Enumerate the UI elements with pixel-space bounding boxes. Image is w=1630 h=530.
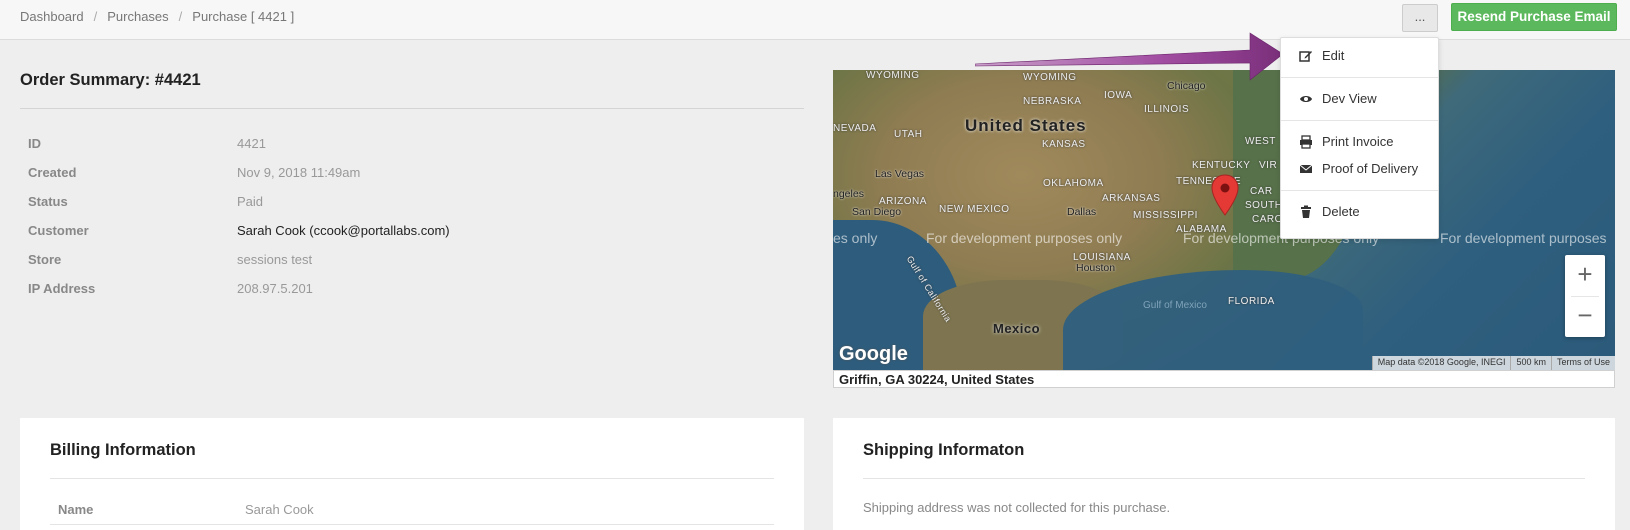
map-region-label: SOUTH <box>1245 200 1283 211</box>
google-logo[interactable]: Google <box>839 343 908 366</box>
map-region-label: WEST <box>1245 136 1276 147</box>
detail-value: 208.97.5.201 <box>237 281 313 296</box>
map-country-label-mexico: Mexico <box>993 321 1041 336</box>
map-region-label: NEVADA <box>833 123 877 134</box>
breadcrumb: Dashboard / Purchases / Purchase [ 4421 … <box>20 9 294 24</box>
map-region-label: UTAH <box>894 129 923 140</box>
map-terms-link[interactable]: Terms of Use <box>1550 356 1615 370</box>
billing-title: Billing Information <box>50 441 196 459</box>
map-country-label: United States <box>965 116 1087 135</box>
map-city-label: Houston <box>1076 262 1116 274</box>
breadcrumb-separator: / <box>93 9 98 24</box>
shipping-note: Shipping address was not collected for t… <box>863 500 1171 515</box>
map-region-label: ARKANSAS <box>1102 193 1161 204</box>
annotation-arrow <box>975 32 1284 81</box>
map-region-label: FLORIDA <box>1228 296 1275 307</box>
map-pin-icon[interactable] <box>1210 174 1240 216</box>
map-region-label: NEBRASKA <box>1023 96 1082 107</box>
map-scale: 500 km <box>1510 356 1551 370</box>
envelope-icon <box>1299 164 1313 173</box>
location-map[interactable]: WYOMING WYOMING NEBRASKA IOWA ILLINOIS N… <box>833 70 1615 370</box>
detail-value: 4421 <box>237 136 266 151</box>
printer-icon <box>1300 134 1312 149</box>
resend-purchase-email-button[interactable]: Resend Purchase Email <box>1451 3 1617 31</box>
breadcrumb-current: Purchase [ 4421 ] <box>192 9 295 24</box>
map-city-label: Dallas <box>1067 206 1097 218</box>
map-region-label: KANSAS <box>1042 139 1086 150</box>
map-city-label: San Diego <box>852 206 902 218</box>
menu-item-edit[interactable]: Edit <box>1299 48 1344 63</box>
actions-dropdown-menu: Edit Dev View Print Invoice Proof of Del… <box>1280 37 1439 239</box>
map-region-label: VIR <box>1259 160 1278 171</box>
zoom-control: + − <box>1565 255 1605 337</box>
billing-card: Billing Information Name Sarah Cook <box>20 418 804 530</box>
map-region-label: MISSISSIPPI <box>1133 210 1198 221</box>
menu-item-print-invoice[interactable]: Print Invoice <box>1299 134 1394 149</box>
billing-label: Name <box>58 502 94 517</box>
map-data-credit[interactable]: Map data ©2018 Google, INEGI <box>1371 356 1511 370</box>
more-actions-button[interactable]: ... <box>1402 4 1438 32</box>
menu-item-label: Edit <box>1322 48 1345 63</box>
divider <box>1281 120 1438 121</box>
breadcrumb-purchases[interactable]: Purchases <box>107 9 168 24</box>
divider <box>50 478 774 479</box>
detail-label: ID <box>28 136 41 151</box>
menu-item-delete[interactable]: Delete <box>1299 204 1360 219</box>
detail-value: sessions test <box>237 252 313 267</box>
menu-item-label: Delete <box>1322 204 1360 219</box>
menu-item-label: Print Invoice <box>1322 134 1394 149</box>
map-city-label: Las Vegas <box>875 168 925 180</box>
top-bar: Dashboard / Purchases / Purchase [ 4421 … <box>0 0 1630 40</box>
zoom-out-button[interactable]: − <box>1565 296 1605 337</box>
zoom-in-button[interactable]: + <box>1565 255 1605 296</box>
breadcrumb-dashboard[interactable]: Dashboard <box>20 9 84 24</box>
map-watermark: es only <box>833 230 878 246</box>
billing-value: Sarah Cook <box>245 502 314 517</box>
map-region-label: WYOMING <box>866 70 920 81</box>
map-region-label: KENTUCKY <box>1192 160 1251 171</box>
menu-item-label: Dev View <box>1322 91 1377 106</box>
detail-label: Created <box>28 165 77 180</box>
map-watermark: For development purposes <box>1440 230 1607 246</box>
eye-icon <box>1300 95 1312 102</box>
shipping-title: Shipping Informaton <box>863 441 1025 459</box>
page-title: Order Summary: #4421 <box>20 71 201 89</box>
divider <box>1281 190 1438 191</box>
map-region-label: OKLAHOMA <box>1043 178 1104 189</box>
divider <box>863 478 1585 479</box>
map-region-label: ILLINOIS <box>1144 104 1190 115</box>
menu-item-proof-of-delivery[interactable]: Proof of Delivery <box>1299 161 1418 176</box>
map-city-label: ngeles <box>833 188 864 200</box>
detail-value: Paid <box>237 194 264 209</box>
map-watermark: For development purposes only <box>926 230 1123 246</box>
detail-label: Status <box>28 194 68 209</box>
detail-label: IP Address <box>28 281 96 296</box>
map-region-label: IOWA <box>1104 90 1133 101</box>
shipping-card: Shipping Informaton Shipping address was… <box>833 418 1615 530</box>
map-region-label: CAR <box>1250 186 1273 197</box>
divider <box>50 524 774 525</box>
map-sea-label: Gulf of Mexico <box>1143 300 1207 311</box>
edit-icon <box>1299 50 1312 62</box>
divider <box>1281 77 1438 78</box>
customer-link[interactable]: Sarah Cook (ccook@portallabs.com) <box>237 223 637 238</box>
map-region-label: NEW MEXICO <box>939 204 1010 215</box>
trash-icon <box>1301 205 1311 218</box>
map-attribution: Map data ©2018 Google, INEGI 500 km Term… <box>1371 356 1615 370</box>
breadcrumb-separator: / <box>178 9 183 24</box>
divider <box>20 108 804 109</box>
detail-label: Customer <box>28 223 89 238</box>
map-address-caption: Griffin, GA 30224, United States <box>833 370 1615 388</box>
menu-item-dev-view[interactable]: Dev View <box>1299 91 1377 106</box>
detail-value: Nov 9, 2018 11:49am <box>237 165 361 180</box>
menu-item-label: Proof of Delivery <box>1322 161 1419 176</box>
detail-label: Store <box>28 252 62 267</box>
